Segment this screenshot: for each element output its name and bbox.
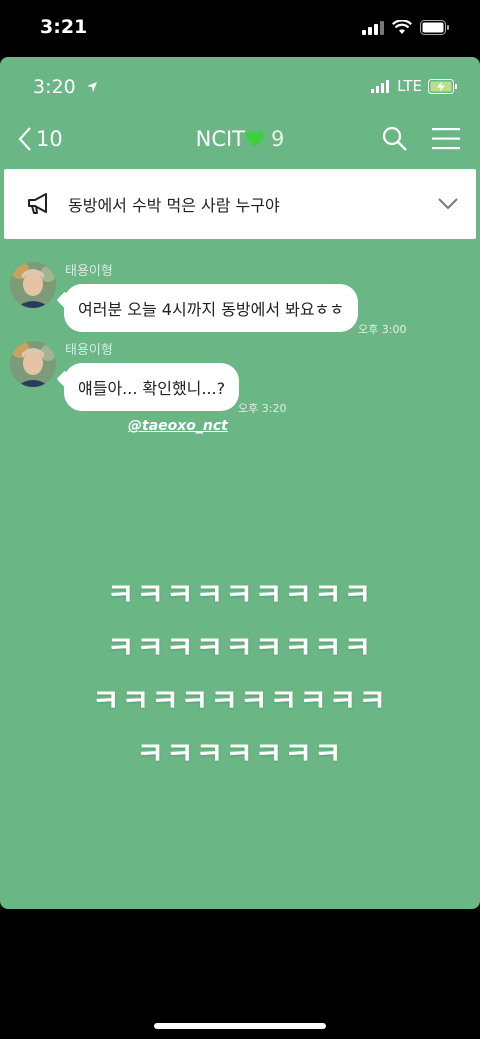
- notice-text: 동방에서 수박 먹은 사람 누구야: [68, 196, 280, 215]
- network-label: LTE: [397, 77, 422, 95]
- megaphone-icon: [28, 193, 47, 214]
- chat-screenshot: 3:20 LTE 10 NCIT 9 동방에서 수박 먹은 사람 누구야 태용이…: [0, 57, 480, 909]
- chat-header: 10 NCIT 9: [0, 117, 480, 165]
- wifi-icon: [392, 20, 412, 34]
- laugh-line: ㅋㅋㅋㅋㅋㅋㅋㅋㅋ: [106, 631, 374, 666]
- pinned-notice[interactable]: 동방에서 수박 먹은 사람 누구야: [4, 169, 476, 239]
- member-count: 9: [271, 127, 285, 151]
- laugh-line: ㅋㅋㅋㅋㅋㅋㅋㅋㅋ: [106, 578, 374, 613]
- laugh-line: ㅋㅋㅋㅋㅋㅋㅋ: [136, 737, 344, 772]
- laugh-overlay: ㅋㅋㅋㅋㅋㅋㅋㅋㅋ ㅋㅋㅋㅋㅋㅋㅋㅋㅋ ㅋㅋㅋㅋㅋㅋㅋㅋㅋㅋ ㅋㅋㅋㅋㅋㅋㅋ: [0, 569, 480, 781]
- location-arrow-icon: [86, 82, 97, 92]
- inner-clock: 3:20: [33, 76, 98, 98]
- outer-clock: 3:21: [40, 16, 88, 38]
- battery-icon: [420, 20, 449, 35]
- charging-battery-icon: [428, 78, 457, 94]
- message-time: 오후 3:20: [238, 402, 287, 415]
- instagram-tag[interactable]: @taeoxo_nct: [128, 418, 228, 434]
- search-icon[interactable]: [381, 125, 409, 153]
- message-time: 오후 3:00: [358, 323, 407, 336]
- avatar[interactable]: [10, 262, 56, 308]
- home-indicator[interactable]: [154, 1023, 326, 1029]
- signal-icon: [371, 79, 390, 93]
- laugh-line: ㅋㅋㅋㅋㅋㅋㅋㅋㅋㅋ: [92, 684, 388, 719]
- message-bubble[interactable]: 얘들아... 확인했니...?: [64, 363, 240, 411]
- chat-name: NCIT: [195, 127, 246, 151]
- outer-status-icons: [362, 20, 450, 35]
- inner-status-bar: 3:20 LTE: [0, 57, 480, 117]
- avatar[interactable]: [10, 341, 56, 387]
- signal-icon: [362, 20, 384, 35]
- sender-name: 태용이형: [65, 264, 113, 279]
- chevron-down-icon[interactable]: [438, 198, 458, 210]
- green-heart-icon: [246, 131, 265, 147]
- sender-name: 태용이형: [65, 343, 113, 358]
- menu-icon[interactable]: [432, 128, 460, 150]
- inner-status-icons: LTE: [371, 77, 458, 95]
- outer-status-bar: 3:21: [0, 0, 480, 58]
- message-bubble[interactable]: 여러분 오늘 4시까지 동방에서 봐요ㅎㅎ: [64, 284, 359, 332]
